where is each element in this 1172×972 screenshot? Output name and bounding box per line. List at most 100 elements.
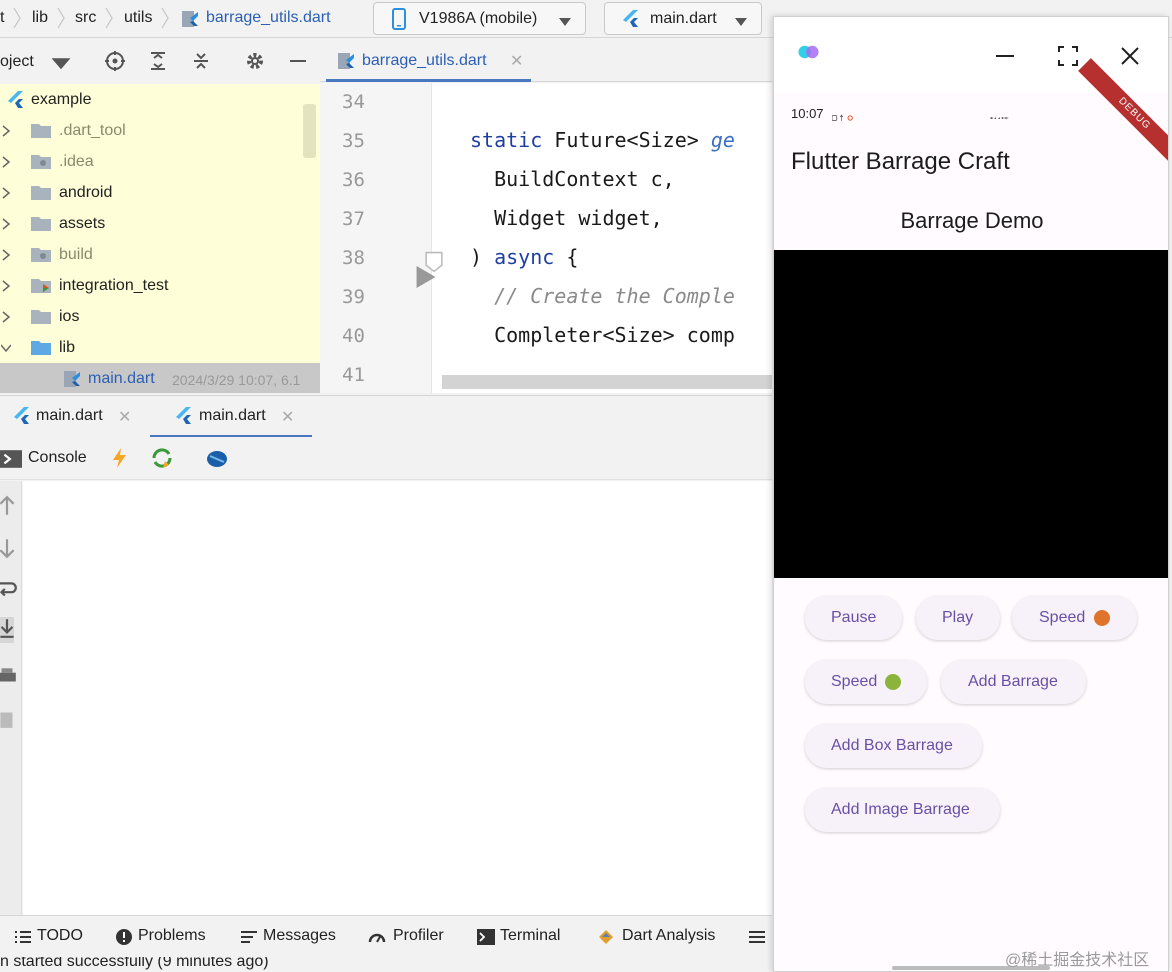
tree-item-assets[interactable]: assets [0, 208, 320, 239]
screen: t lib src utils barrage_utils.dart V1986… [0, 0, 1172, 972]
line-number-gutter: 34 35 36 37 38 39 40 41 [320, 83, 443, 393]
fold-marker-icon[interactable] [423, 251, 443, 273]
dart-file-icon [336, 50, 358, 72]
pause-button[interactable]: Pause [805, 596, 902, 640]
run-config-selector[interactable]: main.dart [604, 2, 762, 35]
tree-item-lib[interactable]: lib [0, 332, 320, 363]
down-arrow-icon[interactable] [0, 537, 15, 559]
event-log-icon[interactable] [748, 928, 766, 946]
editor-tab-barrage-utils[interactable]: barrage_utils.dart ✕ [326, 40, 531, 82]
line-number: 35 [342, 130, 365, 152]
chevron-right-icon[interactable] [1, 217, 11, 230]
dart-file-icon [62, 368, 82, 388]
line-number: 39 [342, 286, 365, 308]
console-tab[interactable]: Console [28, 449, 87, 467]
tree-item-android[interactable]: android [0, 177, 320, 208]
tree-item-ios[interactable]: ios [0, 301, 320, 332]
dart-analysis-tab[interactable]: Dart Analysis [622, 927, 715, 945]
add-barrage-button[interactable]: Add Barrage [941, 660, 1086, 704]
scroll-to-end-icon[interactable] [0, 617, 14, 643]
code-token: { [554, 245, 579, 269]
devtools-icon[interactable] [206, 447, 228, 469]
add-barrage-button-label: Add Barrage [968, 673, 1058, 690]
console-icon [0, 448, 22, 468]
play-button[interactable]: Play [916, 596, 1000, 640]
chevron-right-icon [104, 4, 114, 32]
code-editor[interactable]: 34 35 36 37 38 39 40 41 static Future<Si… [320, 83, 772, 393]
trash-icon[interactable] [0, 707, 13, 728]
gear-icon[interactable] [244, 50, 266, 72]
add-box-barrage-button[interactable]: Add Box Barrage [805, 724, 982, 768]
horizontal-scrollbar[interactable] [442, 375, 772, 389]
speed-up-button[interactable]: Speed [1012, 596, 1137, 640]
code-token: Future<Size> [542, 128, 711, 152]
locate-icon[interactable] [104, 50, 126, 72]
hot-restart-icon[interactable] [151, 447, 173, 469]
code-token-keyword: async [494, 245, 555, 269]
breadcrumb-lib[interactable]: lib [32, 9, 48, 27]
folder-excluded-icon [31, 246, 51, 262]
problems-tab[interactable]: Problems [138, 927, 206, 945]
print-icon[interactable] [0, 665, 16, 685]
tree-item-label: .idea [59, 153, 94, 170]
tree-item-label: integration_test [59, 277, 169, 294]
close-icon[interactable] [1119, 45, 1141, 67]
tree-item-main-dart[interactable]: main.dart 2024/3/29 10:07, 6.1 [0, 363, 320, 393]
line-number: 41 [342, 364, 365, 386]
chevron-right-icon[interactable] [1, 310, 11, 323]
breadcrumb-project[interactable]: t [0, 9, 4, 27]
project-tree: example .dart_tool .idea android assets … [0, 84, 320, 393]
chevron-right-icon[interactable] [1, 186, 11, 199]
line-number: 36 [342, 169, 365, 191]
chevron-right-icon[interactable] [1, 248, 11, 261]
terminal-tab[interactable]: Terminal [500, 927, 560, 945]
speed-down-button[interactable]: Speed [805, 660, 927, 704]
minimize-icon[interactable] [287, 50, 309, 72]
up-arrow-icon[interactable] [0, 495, 15, 515]
profiler-tab[interactable]: Profiler [393, 927, 444, 945]
chevron-right-icon[interactable] [1, 124, 11, 137]
tree-item-build[interactable]: build [0, 239, 320, 270]
chevron-right-icon[interactable] [1, 155, 11, 168]
dart-file-icon [180, 8, 202, 30]
close-icon[interactable]: ✕ [118, 407, 131, 427]
status-time: 10:07 [791, 106, 824, 121]
console-output[interactable] [23, 481, 772, 915]
line-number: 38 [342, 247, 365, 269]
project-panel-title[interactable]: oject [0, 53, 34, 71]
tree-item-example[interactable]: example [0, 84, 320, 115]
breadcrumb-utils[interactable]: utils [124, 9, 152, 27]
messages-tab[interactable]: Messages [263, 927, 336, 945]
tree-item-label: lib [59, 339, 76, 356]
tree-item-idea[interactable]: .idea [0, 146, 320, 177]
minimize-icon[interactable] [994, 45, 1016, 67]
pause-button-label: Pause [831, 609, 877, 626]
close-icon[interactable]: ✕ [281, 407, 294, 427]
terminal-icon [477, 928, 495, 946]
run-tab-main-dart-active[interactable]: main.dart ✕ [150, 396, 312, 438]
breadcrumb-file[interactable]: barrage_utils.dart [206, 9, 331, 27]
breadcrumb-src[interactable]: src [75, 9, 96, 27]
collapse-all-icon[interactable] [190, 50, 212, 72]
chevron-right-icon[interactable] [1, 279, 11, 292]
chevron-down-icon[interactable] [50, 52, 71, 70]
barrage-canvas[interactable] [774, 250, 1168, 578]
close-icon[interactable]: ✕ [510, 51, 523, 71]
device-selector[interactable]: V1986A (mobile) [373, 2, 586, 35]
phone-icon [388, 8, 410, 30]
fullscreen-icon[interactable] [1057, 45, 1079, 67]
run-tab-main-dart[interactable]: main.dart ✕ [0, 396, 140, 438]
run-config-label: main.dart [650, 10, 717, 27]
tree-item-dart-tool[interactable]: .dart_tool [0, 115, 320, 146]
tree-item-integration-test[interactable]: integration_test [0, 270, 320, 301]
vertical-scrollbar[interactable] [303, 104, 316, 158]
phone-status-bar: 10:07 [774, 101, 1168, 125]
code-line-35: static Future<Size> ge [470, 128, 735, 152]
hot-reload-icon[interactable] [109, 447, 131, 469]
chevron-down-icon[interactable] [0, 341, 12, 353]
todo-tab[interactable]: TODO [37, 927, 83, 945]
expand-all-icon[interactable] [147, 50, 169, 72]
device-selector-label: V1986A (mobile) [419, 10, 538, 27]
add-image-barrage-button[interactable]: Add Image Barrage [805, 788, 1000, 832]
soft-wrap-icon[interactable] [0, 579, 17, 599]
